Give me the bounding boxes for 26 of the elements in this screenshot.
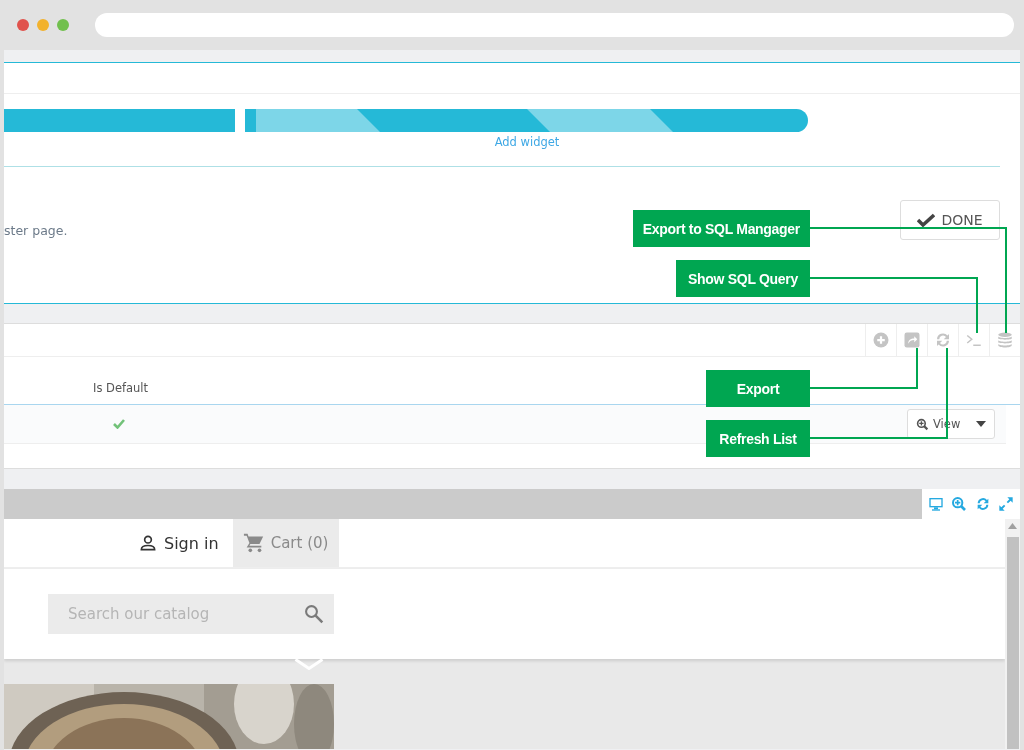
caret-icon (976, 421, 986, 427)
check-icon (917, 213, 936, 227)
sign-in-link[interactable]: Sign in (138, 519, 219, 567)
user-icon (138, 533, 158, 553)
close-window-dot[interactable] (17, 19, 29, 31)
callout-label: Export (706, 370, 810, 407)
done-button[interactable]: DONE (900, 200, 1000, 240)
zoom-in-icon (916, 417, 929, 431)
scroll-up-icon[interactable] (1008, 523, 1017, 529)
address-bar[interactable] (95, 13, 1014, 37)
description-text: ster page. (4, 222, 68, 238)
zoom-in-icon[interactable] (951, 496, 968, 512)
maximize-window-dot[interactable] (57, 19, 69, 31)
add-icon[interactable] (872, 331, 890, 349)
share-icon[interactable] (903, 331, 921, 349)
column-header: Is Default (93, 381, 149, 395)
callout-label: Refresh List (706, 420, 810, 457)
callout-label: Export to SQL Mangager (632, 210, 810, 247)
search-icon[interactable] (304, 604, 324, 624)
callout-label: Show SQL Query (676, 260, 810, 297)
cart-icon (242, 532, 265, 554)
refresh-icon[interactable] (934, 331, 952, 349)
monitor-icon[interactable] (927, 496, 944, 512)
minimize-window-dot[interactable] (37, 19, 49, 31)
expand-icon[interactable] (998, 496, 1015, 512)
database-icon[interactable] (996, 331, 1014, 349)
